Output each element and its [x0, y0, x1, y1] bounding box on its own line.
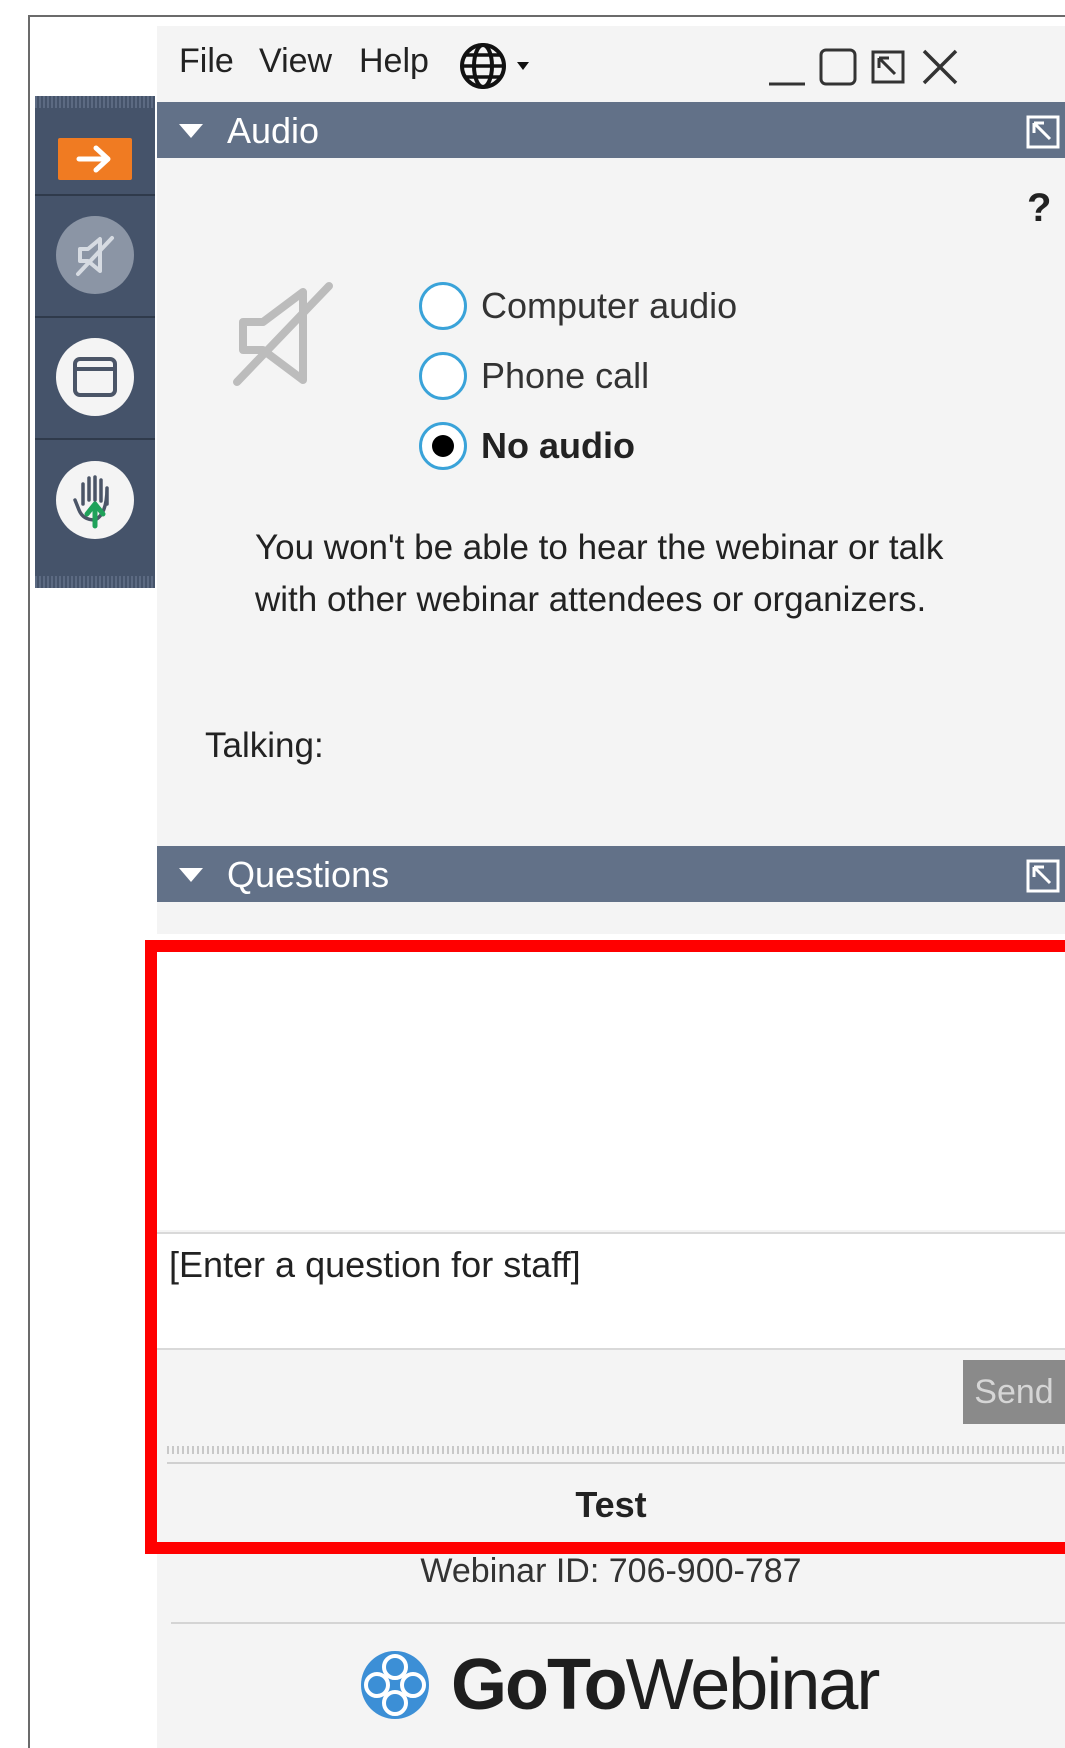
minimize-icon	[769, 82, 805, 86]
raise-hand-icon	[56, 461, 134, 539]
webinar-title: Test	[575, 1484, 647, 1525]
collapse-triangle-icon	[179, 124, 203, 138]
control-panel: File View Help Audio ? Computer audio Ph…	[157, 26, 1065, 1748]
menu-view[interactable]: View	[259, 42, 332, 81]
popout-icon	[1026, 115, 1060, 149]
audio-section-title: Audio	[227, 110, 320, 151]
popout-icon	[1026, 859, 1060, 893]
toolbar-grip-top[interactable]	[35, 96, 155, 108]
talking-label: Talking:	[205, 726, 324, 765]
speaker-muted-large-icon	[229, 274, 339, 396]
radio-button-selected[interactable]	[419, 422, 467, 470]
speaker-muted-icon	[56, 216, 134, 294]
questions-popout-button[interactable]	[1025, 858, 1061, 898]
window-frame-left	[28, 15, 30, 1748]
radio-no-audio[interactable]: No audio	[419, 422, 635, 470]
questions-log[interactable]	[157, 934, 1065, 1230]
radio-label: No audio	[481, 425, 635, 466]
questions-section-title: Questions	[227, 854, 390, 895]
question-input[interactable]: [Enter a question for staff]	[157, 1232, 1065, 1350]
menu-bar: File View Help	[157, 26, 1065, 102]
resize-grip[interactable]	[167, 1446, 1065, 1454]
screen-viewer-button[interactable]	[35, 318, 155, 436]
radio-label: Computer audio	[481, 285, 738, 326]
radio-label: Phone call	[481, 355, 650, 396]
arrow-right-icon	[58, 138, 132, 180]
gotowebinar-logo-icon	[361, 1651, 429, 1719]
audio-section-header[interactable]: Audio	[157, 102, 1065, 158]
send-button[interactable]: Send	[963, 1360, 1065, 1424]
questions-section-header[interactable]: Questions	[157, 846, 1065, 902]
radio-phone-call[interactable]: Phone call	[419, 352, 649, 400]
menu-help[interactable]: Help	[359, 42, 429, 81]
popout-icon	[871, 50, 905, 84]
raise-hand-button[interactable]	[35, 440, 155, 560]
close-icon	[922, 49, 958, 85]
divider	[167, 1462, 1065, 1464]
language-menu[interactable]	[457, 40, 539, 101]
gotowebinar-logo: GoToWebinar	[357, 1638, 880, 1732]
radio-button[interactable]	[419, 352, 467, 400]
webinar-id: Webinar ID: 706-900-787	[420, 1552, 802, 1590]
close-button[interactable]	[919, 46, 961, 92]
side-toolbar	[35, 96, 155, 588]
popout-window-button[interactable]	[869, 48, 909, 92]
window-icon	[56, 338, 134, 416]
audio-help-button[interactable]: ?	[1027, 186, 1051, 231]
minimize-button[interactable]	[765, 50, 809, 94]
globe-icon	[460, 43, 529, 89]
mute-audio-button[interactable]	[35, 196, 155, 314]
maximize-button[interactable]	[817, 46, 861, 94]
divider	[171, 1622, 1065, 1624]
radio-button[interactable]	[419, 282, 467, 330]
window-frame-top	[28, 15, 1065, 17]
maximize-icon	[819, 48, 857, 86]
no-audio-info: You won't be able to hear the webinar or…	[255, 528, 944, 619]
toolbar-grip-bottom[interactable]	[35, 576, 155, 588]
collapse-triangle-icon	[179, 868, 203, 882]
menu-file[interactable]: File	[179, 42, 234, 81]
radio-computer-audio[interactable]: Computer audio	[419, 282, 737, 330]
audio-popout-button[interactable]	[1025, 114, 1061, 154]
logo-wordmark: GoToWebinar	[451, 1645, 880, 1725]
